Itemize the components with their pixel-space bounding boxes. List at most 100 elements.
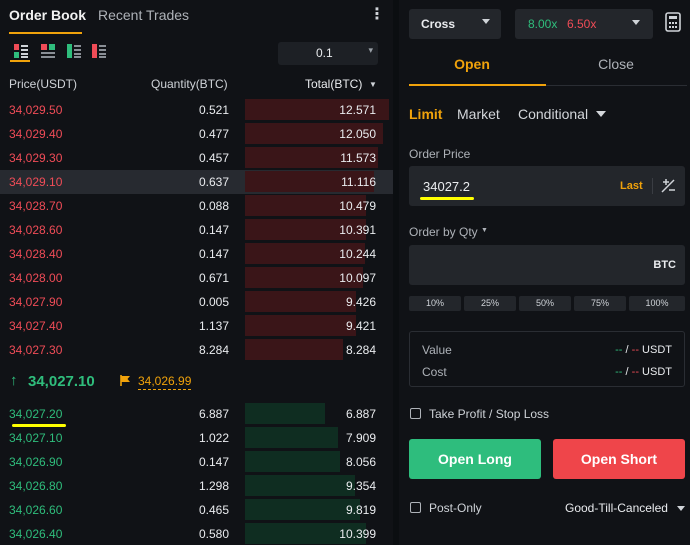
row-quantity: 0.521 bbox=[198, 103, 229, 117]
tpsl-label[interactable]: Take Profit / Stop Loss bbox=[429, 407, 549, 421]
order-type-limit[interactable]: Limit bbox=[409, 106, 442, 122]
ask-row[interactable]: 34,029.40 0.477 12.050 bbox=[0, 122, 393, 146]
percent-100-button[interactable]: 100% bbox=[629, 296, 685, 311]
caret-down-icon bbox=[482, 19, 490, 24]
row-total: 10.479 bbox=[339, 199, 376, 213]
margin-mode-value: Cross bbox=[421, 17, 456, 31]
view-split-icon[interactable] bbox=[41, 44, 55, 58]
order-price-value: 34027.2 bbox=[423, 179, 470, 194]
ask-row[interactable]: 34,027.30 8.284 8.284 bbox=[0, 338, 393, 362]
order-type-conditional[interactable]: Conditional bbox=[518, 106, 588, 122]
bid-row[interactable]: 34,027.20 6.887 6.887 bbox=[0, 402, 393, 426]
price-column-header: Price(USDT) bbox=[9, 77, 77, 91]
caret-down-icon[interactable] bbox=[677, 506, 685, 511]
view-both-sides-icon[interactable] bbox=[14, 44, 28, 58]
active-view-underline bbox=[10, 60, 30, 62]
row-quantity: 0.477 bbox=[198, 127, 229, 141]
row-price: 34,027.10 bbox=[9, 431, 63, 445]
row-price: 34,029.40 bbox=[9, 127, 63, 141]
leverage-select[interactable]: 8.00x 6.50x bbox=[515, 9, 653, 39]
mark-price[interactable]: 34,026.99 bbox=[138, 374, 192, 390]
row-quantity: 1.137 bbox=[198, 319, 229, 333]
bid-row[interactable]: 34,026.60 0.465 9.819 bbox=[0, 498, 393, 522]
row-price: 34,027.30 bbox=[9, 343, 63, 357]
value-long: -- bbox=[615, 344, 623, 356]
depth-bar bbox=[245, 315, 356, 336]
order-price-label: Order Price bbox=[409, 147, 471, 161]
last-price-button[interactable]: Last bbox=[620, 180, 643, 192]
row-quantity: 1.022 bbox=[198, 431, 229, 445]
bid-row[interactable]: 34,026.40 0.580 10.399 bbox=[0, 522, 393, 545]
post-only-label[interactable]: Post-Only bbox=[429, 501, 482, 515]
percent-10-button[interactable]: 10% bbox=[409, 296, 461, 311]
value-separator: / bbox=[625, 344, 629, 356]
time-in-force-select[interactable]: Good-Till-Canceled bbox=[565, 501, 668, 515]
open-long-button[interactable]: Open Long bbox=[409, 439, 541, 479]
ask-row[interactable]: 34,029.50 0.521 12.571 bbox=[0, 98, 393, 122]
row-price: 34,028.40 bbox=[9, 247, 63, 261]
row-total: 11.573 bbox=[340, 151, 376, 165]
calculator-icon[interactable] bbox=[665, 11, 681, 33]
row-total: 9.354 bbox=[345, 479, 376, 493]
bid-row[interactable]: 34,027.10 1.022 7.909 bbox=[0, 426, 393, 450]
tab-close[interactable]: Close bbox=[545, 49, 687, 87]
caret-down-icon[interactable]: ▼ bbox=[481, 227, 488, 234]
tabs-divider bbox=[546, 85, 687, 86]
order-book-tabs: Order Book Recent Trades ⋮ bbox=[0, 0, 393, 36]
chevron-down-icon: ▾ bbox=[368, 45, 373, 55]
qty-unit: BTC bbox=[653, 259, 676, 271]
cost-separator: / bbox=[625, 366, 629, 378]
sort-down-icon[interactable]: ▼ bbox=[369, 80, 377, 89]
row-quantity: 0.147 bbox=[198, 247, 229, 261]
order-qty-label[interactable]: Order by Qty bbox=[409, 225, 478, 239]
row-total: 10.391 bbox=[339, 223, 376, 237]
highlight-underline bbox=[12, 424, 66, 427]
row-quantity: 6.887 bbox=[198, 407, 229, 421]
open-short-button[interactable]: Open Short bbox=[553, 439, 685, 479]
caret-down-icon[interactable] bbox=[596, 111, 606, 117]
ask-row[interactable]: 34,028.40 0.147 10.244 bbox=[0, 242, 393, 266]
order-type-market[interactable]: Market bbox=[457, 106, 500, 122]
plus-minus-icon[interactable] bbox=[660, 178, 676, 194]
trade-panel: Cross 8.00x 6.50x Open Close Limit Marke… bbox=[399, 0, 690, 545]
ask-row[interactable]: 34,029.30 0.457 11.573 bbox=[0, 146, 393, 170]
percent-25-button[interactable]: 25% bbox=[464, 296, 516, 311]
row-quantity: 0.147 bbox=[198, 223, 229, 237]
ask-row[interactable]: 34,029.10 0.637 11.116 bbox=[0, 170, 393, 194]
view-bids-only-icon[interactable] bbox=[67, 44, 81, 58]
arrow-up-icon: ↑ bbox=[10, 372, 18, 389]
price-precision-select[interactable]: 0.1 ▾ bbox=[278, 42, 378, 65]
row-total: 8.056 bbox=[345, 455, 376, 469]
order-qty-input[interactable]: BTC bbox=[409, 245, 685, 285]
ask-row[interactable]: 34,028.70 0.088 10.479 bbox=[0, 194, 393, 218]
ask-row[interactable]: 34,027.40 1.137 9.421 bbox=[0, 314, 393, 338]
cost-unit: USDT bbox=[642, 366, 672, 378]
bid-row[interactable]: 34,026.90 0.147 8.056 bbox=[0, 450, 393, 474]
tab-open[interactable]: Open bbox=[399, 49, 545, 87]
row-quantity: 0.147 bbox=[198, 455, 229, 469]
tab-order-book[interactable]: Order Book bbox=[9, 7, 86, 23]
ask-row[interactable]: 34,028.00 0.671 10.097 bbox=[0, 266, 393, 290]
margin-mode-select[interactable]: Cross bbox=[409, 9, 501, 39]
row-price: 34,026.60 bbox=[9, 503, 63, 517]
tpsl-checkbox[interactable] bbox=[410, 408, 421, 419]
row-price: 34,026.40 bbox=[9, 527, 63, 541]
tab-recent-trades[interactable]: Recent Trades bbox=[98, 7, 189, 23]
leverage-short: 6.50x bbox=[567, 17, 597, 31]
total-column-header[interactable]: Total(BTC) bbox=[305, 77, 362, 91]
bid-row[interactable]: 34,026.80 1.298 9.354 bbox=[0, 474, 393, 498]
row-total: 9.819 bbox=[345, 503, 376, 517]
row-price: 34,029.50 bbox=[9, 103, 63, 117]
post-only-checkbox[interactable] bbox=[410, 502, 421, 513]
view-asks-only-icon[interactable] bbox=[92, 44, 106, 58]
more-options-icon[interactable]: ⋮ bbox=[369, 7, 385, 25]
percent-75-button[interactable]: 75% bbox=[574, 296, 626, 311]
ask-row[interactable]: 34,028.60 0.147 10.391 bbox=[0, 218, 393, 242]
order-price-input[interactable]: 34027.2 Last bbox=[409, 166, 685, 206]
row-price: 34,028.00 bbox=[9, 271, 63, 285]
ask-row[interactable]: 34,027.90 0.005 9.426 bbox=[0, 290, 393, 314]
percent-50-button[interactable]: 50% bbox=[519, 296, 571, 311]
order-summary: Value -- / -- USDT Cost -- / -- USDT bbox=[409, 331, 685, 387]
highlight-underline bbox=[420, 197, 474, 200]
cost-short: -- bbox=[631, 366, 639, 378]
